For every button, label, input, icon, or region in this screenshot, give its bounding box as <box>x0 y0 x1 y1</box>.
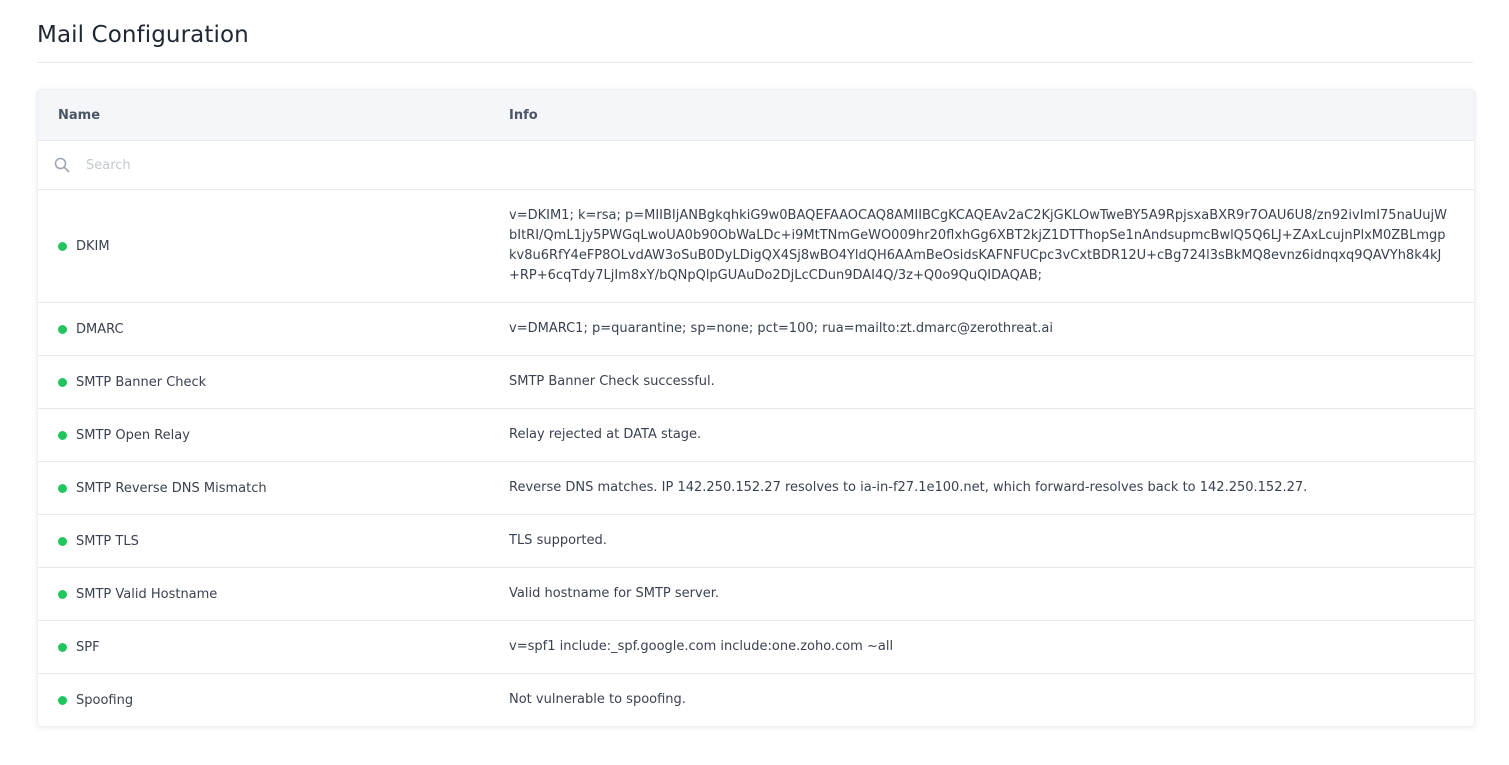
status-dot <box>58 642 67 652</box>
row-info: Relay rejected at DATA stage. <box>509 427 702 442</box>
status-dot <box>58 695 67 705</box>
row-info: v=DMARC1; p=quarantine; sp=none; pct=100… <box>509 321 1054 336</box>
row-info: SMTP Banner Check successful. <box>509 374 715 389</box>
status-dot <box>58 536 67 546</box>
status-dot <box>58 324 67 334</box>
row-name: SMTP TLS <box>76 533 139 549</box>
column-header-name[interactable]: Name <box>38 108 509 123</box>
table-row: Spoofing Not vulnerable to spoofing. <box>38 674 1474 726</box>
status-dot <box>58 483 67 493</box>
table-row: SMTP TLS TLS supported. <box>38 515 1474 568</box>
row-info: TLS supported. <box>509 533 607 548</box>
table-row: SMTP Reverse DNS Mismatch Reverse DNS ma… <box>38 462 1474 515</box>
table-row: SMTP Open Relay Relay rejected at DATA s… <box>38 409 1474 462</box>
row-name: SMTP Banner Check <box>76 374 207 390</box>
search-icon <box>54 157 70 173</box>
column-header-info[interactable]: Info <box>509 108 1474 123</box>
row-name: SPF <box>76 639 100 655</box>
status-dot <box>58 589 67 599</box>
table-row: DKIM v=DKIM1; k=rsa; p=MIIBIjANBgkqhkiG9… <box>38 190 1474 303</box>
row-name: Spoofing <box>76 692 134 708</box>
row-name: SMTP Valid Hostname <box>76 586 218 602</box>
row-name: DKIM <box>76 238 110 254</box>
table-row: SMTP Banner Check SMTP Banner Check succ… <box>38 356 1474 409</box>
row-info: v=DKIM1; k=rsa; p=MIIBIjANBgkqhkiG9w0BAQ… <box>509 208 1447 283</box>
row-name: DMARC <box>76 321 124 337</box>
status-dot <box>58 430 67 440</box>
table-header: Name Info <box>38 90 1474 141</box>
mail-config-table: Name Info DKIM v=DKIM1; k=rsa; p=MIIBIjA… <box>37 89 1475 727</box>
row-info: Not vulnerable to spoofing. <box>509 692 686 707</box>
search-input[interactable] <box>84 156 488 174</box>
status-dot <box>58 241 67 251</box>
row-info: v=spf1 include:_spf.google.com include:o… <box>509 639 894 654</box>
row-info: Valid hostname for SMTP server. <box>509 586 719 601</box>
page-title: Mail Configuration <box>37 22 249 48</box>
row-name: SMTP Reverse DNS Mismatch <box>76 480 267 496</box>
search-row <box>38 141 1474 190</box>
table-row: SPF v=spf1 include:_spf.google.com inclu… <box>38 621 1474 674</box>
page-header: Mail Configuration <box>37 18 1473 63</box>
table-row: SMTP Valid Hostname Valid hostname for S… <box>38 568 1474 621</box>
row-info: Reverse DNS matches. IP 142.250.152.27 r… <box>509 480 1308 495</box>
table-row: DMARC v=DMARC1; p=quarantine; sp=none; p… <box>38 303 1474 356</box>
row-name: SMTP Open Relay <box>76 427 190 443</box>
status-dot <box>58 377 67 387</box>
